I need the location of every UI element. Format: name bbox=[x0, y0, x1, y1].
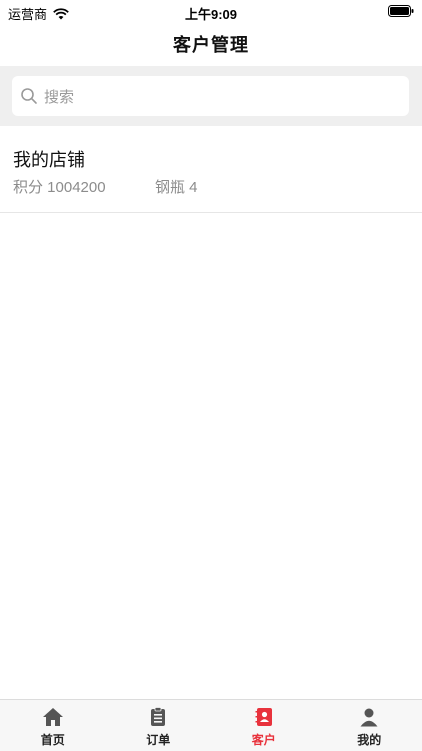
status-bar: 运营商 上午9:09 bbox=[0, 0, 422, 22]
search-section: 搜索 bbox=[0, 66, 422, 126]
customer-list-item[interactable]: 我的店铺 积分 1004200 钢瓶 4 bbox=[0, 126, 422, 213]
navigation-bar: 客户管理 bbox=[0, 22, 422, 66]
customer-cylinders: 钢瓶 4 bbox=[155, 176, 198, 197]
home-icon bbox=[42, 707, 64, 727]
tab-orders-label: 订单 bbox=[146, 731, 170, 748]
search-placeholder: 搜索 bbox=[44, 86, 74, 107]
tab-mine-label: 我的 bbox=[357, 731, 381, 748]
search-icon bbox=[20, 87, 38, 105]
battery-icon bbox=[388, 5, 414, 17]
tab-mine[interactable]: 我的 bbox=[317, 700, 422, 751]
page-title: 客户管理 bbox=[173, 31, 249, 57]
customer-name: 我的店铺 bbox=[13, 146, 85, 172]
tab-home[interactable]: 首页 bbox=[0, 700, 106, 751]
tab-customers-label: 客户 bbox=[252, 731, 276, 748]
tab-bar: 首页 订单 客户 我的 bbox=[0, 699, 422, 751]
tab-orders[interactable]: 订单 bbox=[106, 700, 212, 751]
customer-list: 我的店铺 积分 1004200 钢瓶 4 bbox=[0, 126, 422, 213]
person-icon bbox=[358, 707, 380, 727]
customer-points: 积分 1004200 bbox=[13, 176, 155, 197]
search-input[interactable]: 搜索 bbox=[12, 76, 409, 116]
status-time: 上午9:09 bbox=[0, 4, 422, 23]
clipboard-icon bbox=[147, 707, 169, 727]
tab-customers[interactable]: 客户 bbox=[211, 700, 317, 751]
contacts-book-icon bbox=[253, 707, 275, 727]
customer-meta: 积分 1004200 钢瓶 4 bbox=[13, 176, 198, 197]
tab-home-label: 首页 bbox=[41, 731, 65, 748]
